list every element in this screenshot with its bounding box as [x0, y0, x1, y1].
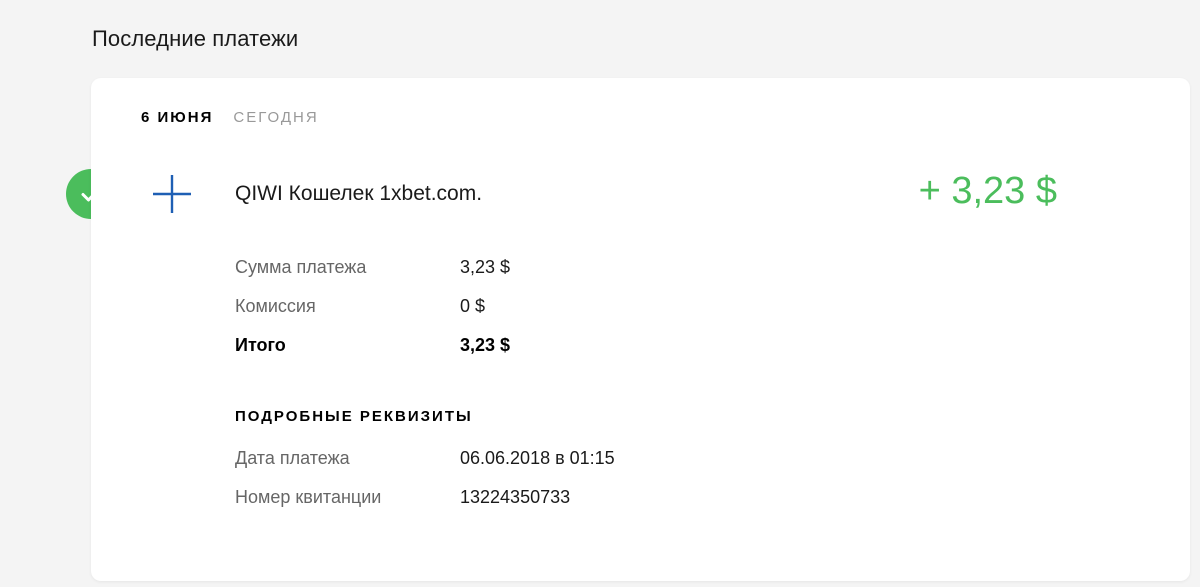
page-title: Последние платежи	[92, 26, 299, 51]
summary-value: 3,23 $	[460, 257, 511, 277]
date-group-header: 6 июня Сегодня	[141, 109, 319, 126]
requisites-title: Подробные реквизиты	[235, 408, 473, 425]
requisite-label: Номер квитанции	[235, 487, 382, 507]
payment-amount: + 3,23 $	[918, 170, 1057, 212]
plus-icon	[153, 175, 191, 213]
summary-label: Итого	[235, 335, 286, 355]
requisite-value: 06.06.2018 в 01:15	[460, 448, 615, 468]
requisite-value: 13224350733	[460, 487, 571, 507]
summary-row-commission: Комиссия 0 $	[235, 287, 510, 326]
payment-summary: Сумма платежа 3,23 $ Комиссия 0 $ Итого …	[235, 248, 510, 365]
summary-label: Сумма платежа	[235, 257, 367, 277]
group-relative-date: Сегодня	[233, 109, 319, 126]
summary-label: Комиссия	[235, 296, 316, 316]
group-date: 6 июня	[141, 109, 214, 126]
requisite-label: Дата платежа	[235, 448, 350, 468]
requisite-row-receipt: Номер квитанции 13224350733	[235, 478, 615, 517]
payment-name: QIWI Кошелек 1xbet.com.	[235, 182, 483, 205]
summary-value: 0 $	[460, 296, 486, 316]
requisite-row-date: Дата платежа 06.06.2018 в 01:15	[235, 439, 615, 478]
summary-row-total: Итого 3,23 $	[235, 326, 510, 365]
summary-value: 3,23 $	[460, 335, 511, 355]
requisites-list: Дата платежа 06.06.2018 в 01:15 Номер кв…	[235, 439, 615, 517]
summary-row-amount: Сумма платежа 3,23 $	[235, 248, 510, 287]
payment-card[interactable]: 6 июня Сегодня QIWI Кошелек 1xbet.com. +…	[91, 78, 1190, 581]
